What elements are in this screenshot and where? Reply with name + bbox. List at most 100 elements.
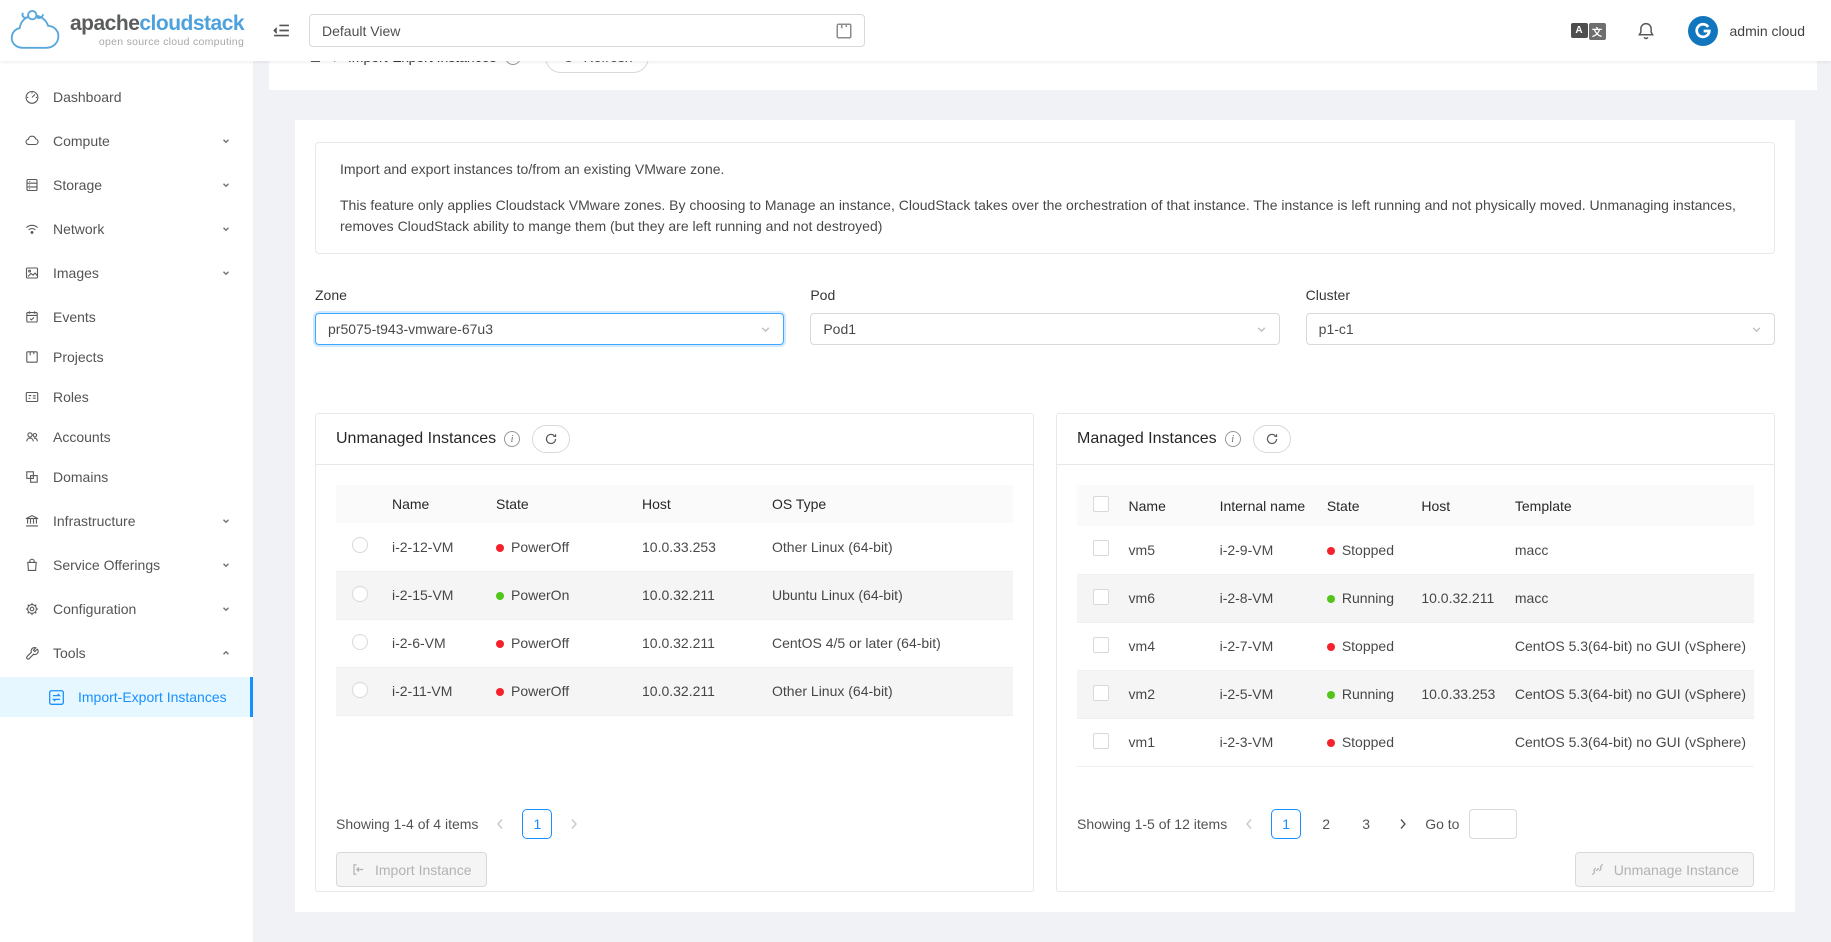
brand-part2: cloudstack xyxy=(139,12,244,35)
user-name[interactable]: admin cloud xyxy=(1730,23,1806,39)
pod-select[interactable]: Pod1 xyxy=(810,313,1279,345)
cell-state: Stopped xyxy=(1319,526,1414,574)
row-checkbox[interactable] xyxy=(1093,540,1109,556)
cell-state: Running xyxy=(1319,670,1414,718)
sidebar-item-images[interactable]: Images xyxy=(0,253,253,293)
row-checkbox[interactable] xyxy=(1093,637,1109,653)
table-row: vm5 i-2-9-VM Stopped macc xyxy=(1077,526,1754,574)
cell-name: i-2-6-VM xyxy=(384,619,488,667)
status-dot xyxy=(1327,643,1335,651)
column-header-state: State xyxy=(1319,485,1414,526)
next-page-icon[interactable] xyxy=(562,809,586,839)
status-dot xyxy=(1327,691,1335,699)
managed-actions: Unmanage Instance xyxy=(1077,852,1754,887)
zone-select[interactable]: pr5075-t943-vmware-67u3 xyxy=(315,313,784,345)
sidebar-item-accounts[interactable]: Accounts xyxy=(0,417,253,457)
info-icon[interactable]: i xyxy=(1225,431,1241,447)
sidebar-item-storage[interactable]: Storage xyxy=(0,165,253,205)
translate-icon[interactable]: A 文 xyxy=(1571,23,1606,38)
row-radio[interactable] xyxy=(352,682,368,698)
chevron-down-icon xyxy=(221,516,231,526)
unmanaged-card-body: Name State Host OS Type i-2-12-VM xyxy=(316,465,1033,887)
prev-page-icon[interactable] xyxy=(488,809,512,839)
managed-instances-card: Managed Instances i Name xyxy=(1056,413,1775,892)
unmanage-instance-button[interactable]: Unmanage Instance xyxy=(1575,852,1754,887)
sidebar-item-service-offerings[interactable]: Service Offerings xyxy=(0,545,253,585)
wrench-icon xyxy=(24,645,40,661)
project-view-value: Default View xyxy=(322,23,834,39)
unmanaged-table: Name State Host OS Type i-2-12-VM xyxy=(336,485,1013,716)
row-checkbox[interactable] xyxy=(1093,733,1109,749)
chevron-down-icon xyxy=(221,268,231,278)
import-instance-label: Import Instance xyxy=(375,862,472,878)
sidebar-item-domains[interactable]: Domains xyxy=(0,457,253,497)
sidebar-item-compute[interactable]: Compute xyxy=(0,121,253,161)
app-logo[interactable]: apachecloudstack open source cloud compu… xyxy=(0,0,254,61)
refresh-unmanaged-button[interactable] xyxy=(532,425,570,453)
page-number-1[interactable]: 1 xyxy=(1271,809,1301,839)
cluster-select[interactable]: p1-c1 xyxy=(1306,313,1775,345)
chevron-up-icon xyxy=(221,648,231,658)
status-dot xyxy=(1327,547,1335,555)
idcard-icon xyxy=(24,389,40,405)
sidebar-item-infrastructure[interactable]: Infrastructure xyxy=(0,501,253,541)
block-icon xyxy=(24,469,40,485)
cell-state: Running xyxy=(1319,574,1414,622)
calendar-icon xyxy=(24,309,40,325)
select-column-header xyxy=(336,485,384,523)
select-all-checkbox[interactable] xyxy=(1093,496,1109,512)
project-view-select[interactable]: Default View xyxy=(309,14,865,47)
import-instance-button[interactable]: Import Instance xyxy=(336,852,487,887)
page-number-1[interactable]: 1 xyxy=(522,809,552,839)
sidebar-item-tools[interactable]: Tools xyxy=(0,633,253,673)
picture-icon xyxy=(24,265,40,281)
status-dot xyxy=(1327,739,1335,747)
sidebar-item-dashboard[interactable]: Dashboard xyxy=(0,77,253,117)
cell-os: Other Linux (64-bit) xyxy=(764,523,1013,571)
cell-template: CentOS 5.3(64-bit) no GUI (vSphere) xyxy=(1507,622,1754,670)
cell-name: i-2-15-VM xyxy=(384,571,488,619)
page-number-3[interactable]: 3 xyxy=(1351,809,1381,839)
sidebar-item-network[interactable]: Network xyxy=(0,209,253,249)
chevron-down-icon xyxy=(221,560,231,570)
cell-state: Stopped xyxy=(1319,622,1414,670)
column-header-os-type: OS Type xyxy=(764,485,1013,523)
row-radio[interactable] xyxy=(352,586,368,602)
row-radio[interactable] xyxy=(352,537,368,553)
sidebar-item-projects[interactable]: Projects xyxy=(0,337,253,377)
translate-glyph-b: 文 xyxy=(1589,23,1606,40)
row-checkbox[interactable] xyxy=(1093,685,1109,701)
cell-template: macc xyxy=(1507,526,1754,574)
user-avatar[interactable] xyxy=(1688,16,1718,46)
table-row: i-2-15-VM PowerOn 10.0.32.211 Ubuntu Lin… xyxy=(336,571,1013,619)
row-radio[interactable] xyxy=(352,634,368,650)
zone-filter: Zone pr5075-t943-vmware-67u3 xyxy=(315,287,784,345)
sidebar-item-configuration[interactable]: Configuration xyxy=(0,589,253,629)
cell-internal-name: i-2-8-VM xyxy=(1212,574,1319,622)
sidebar-item-import-export-instances[interactable]: Import-Export Instances xyxy=(0,677,253,717)
cluster-value: p1-c1 xyxy=(1319,321,1751,337)
table-row: i-2-6-VM PowerOff 10.0.32.211 CentOS 4/5… xyxy=(336,619,1013,667)
next-page-icon[interactable] xyxy=(1391,809,1415,839)
prev-page-icon[interactable] xyxy=(1237,809,1261,839)
cell-internal-name: i-2-7-VM xyxy=(1212,622,1319,670)
sidebar: Dashboard Compute Storage Network Images… xyxy=(0,61,254,942)
team-icon xyxy=(24,429,40,445)
refresh-managed-button[interactable] xyxy=(1253,425,1291,453)
sidebar-item-events[interactable]: Events xyxy=(0,297,253,337)
cell-name: vm4 xyxy=(1121,622,1212,670)
info-icon[interactable]: i xyxy=(504,431,520,447)
cell-name: vm1 xyxy=(1121,718,1212,766)
goto-page-input[interactable] xyxy=(1469,809,1517,839)
row-checkbox[interactable] xyxy=(1093,589,1109,605)
table-row: vm6 i-2-8-VM Running 10.0.32.211 macc xyxy=(1077,574,1754,622)
cell-state: PowerOff xyxy=(488,523,634,571)
page-number-2[interactable]: 2 xyxy=(1311,809,1341,839)
chevron-down-icon xyxy=(760,324,771,335)
translate-glyph-a: A xyxy=(1571,23,1588,38)
sidebar-collapse-icon[interactable] xyxy=(272,21,291,40)
notifications-bell-icon[interactable] xyxy=(1636,21,1656,41)
managed-card-header: Managed Instances i xyxy=(1057,414,1774,465)
goto-label: Go to xyxy=(1425,816,1459,832)
sidebar-item-roles[interactable]: Roles xyxy=(0,377,253,417)
